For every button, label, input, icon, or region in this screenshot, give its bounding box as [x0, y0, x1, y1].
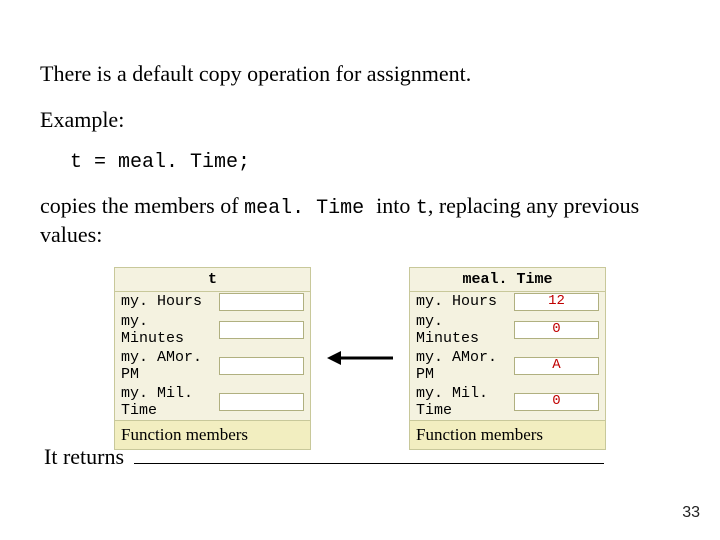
member-value: [219, 321, 304, 339]
member-value: [219, 357, 304, 375]
member-value: A: [514, 357, 599, 375]
copies-var: t: [416, 197, 428, 220]
object-t: t my. Hours my. Minutes my. AMor. PM my.…: [114, 267, 311, 450]
member-name: my. Mil. Time: [416, 385, 508, 419]
member-value: [219, 393, 304, 411]
returns-label: It returns: [44, 444, 124, 469]
member-name: my. AMor. PM: [416, 349, 508, 383]
arrow-left-icon: [325, 348, 395, 368]
member-row: my. Hours 12: [410, 292, 605, 312]
member-name: my. Hours: [121, 293, 213, 310]
member-name: my. AMor. PM: [121, 349, 213, 383]
copies-text: copies the members of meal. Time into t,…: [40, 192, 680, 249]
code-line: t = meal. Time;: [70, 151, 680, 174]
blank-underline: [134, 443, 604, 464]
member-row: my. Minutes 0: [410, 312, 605, 348]
member-row: my. Mil. Time: [115, 384, 310, 420]
member-name: my. Minutes: [121, 313, 213, 347]
member-value: 12: [514, 293, 599, 311]
member-value: [219, 293, 304, 311]
object-t-members: my. Hours my. Minutes my. AMor. PM my. M…: [115, 291, 310, 421]
member-name: my. Hours: [416, 293, 508, 310]
member-name: my. Mil. Time: [121, 385, 213, 419]
copies-obj: meal. Time: [244, 197, 376, 220]
page-number: 33: [682, 504, 700, 522]
member-value: 0: [514, 393, 599, 411]
member-row: my. Hours: [115, 292, 310, 312]
member-row: my. AMor. PM: [115, 348, 310, 384]
object-mealtime-title: meal. Time: [410, 268, 605, 291]
object-mealtime-members: my. Hours 12 my. Minutes 0 my. AMor. PM …: [410, 291, 605, 421]
member-name: my. Minutes: [416, 313, 508, 347]
intro-text: There is a default copy operation for as…: [40, 60, 680, 88]
member-row: my. AMor. PM A: [410, 348, 605, 384]
returns-line: It returns: [44, 443, 604, 470]
object-mealtime: meal. Time my. Hours 12 my. Minutes 0 my…: [409, 267, 606, 450]
member-row: my. Minutes: [115, 312, 310, 348]
copies-pre: copies the members of: [40, 193, 244, 218]
example-label: Example:: [40, 106, 680, 134]
member-row: my. Mil. Time 0: [410, 384, 605, 420]
object-t-title: t: [115, 268, 310, 291]
member-value: 0: [514, 321, 599, 339]
diagram: t my. Hours my. Minutes my. AMor. PM my.…: [40, 267, 680, 450]
copies-mid: into: [376, 193, 416, 218]
